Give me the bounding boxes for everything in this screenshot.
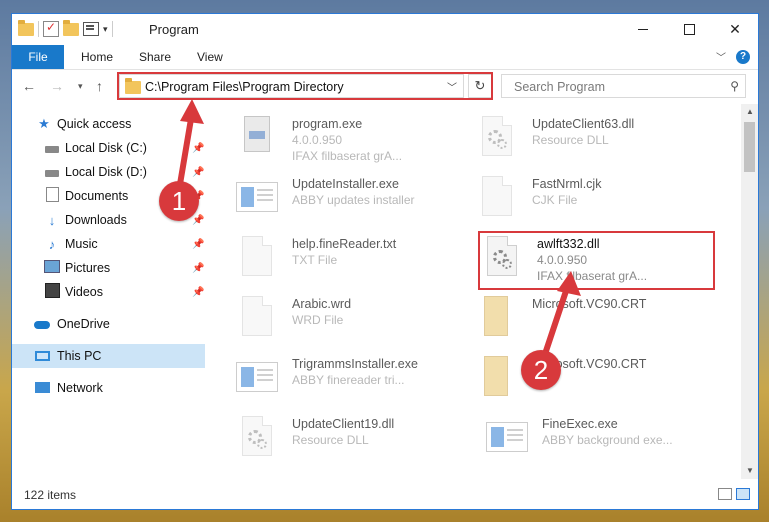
- arrow-head-2: [557, 271, 581, 296]
- annotation-arrows: [175, 99, 581, 369]
- arrow-head-1: [180, 99, 204, 124]
- callout-1: 1: [159, 181, 199, 221]
- callout-2: 2: [521, 350, 561, 390]
